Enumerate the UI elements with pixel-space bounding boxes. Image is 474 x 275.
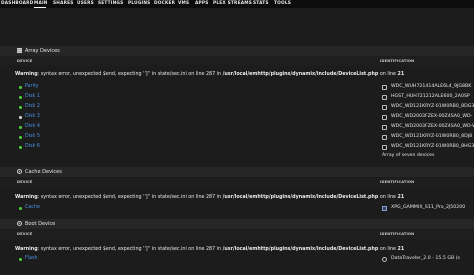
device-link[interactable]: Disk 3 (25, 112, 40, 122)
warning-text: : syntax error, unexpected $end, expecti… (37, 195, 223, 200)
nav-users[interactable]: USERS (77, 0, 94, 8)
nav-vms[interactable]: VMS (178, 0, 189, 8)
cache-section-title: Cache Devices (17, 168, 62, 176)
disk-icon (382, 134, 387, 140)
disk-icon (382, 94, 387, 100)
device-link[interactable]: Disk 5 (25, 132, 40, 142)
nav-plex-streams[interactable]: PLEX STREAMS (213, 0, 252, 8)
device-link[interactable]: Disk 4 (25, 122, 40, 132)
array-section-header (0, 46, 474, 56)
array-warning: Warning: syntax error, unexpected $end, … (15, 71, 404, 78)
array-title-text: Array Devices (25, 48, 60, 54)
boot-section-title: Boot Device (17, 220, 55, 228)
device-identification: WDC_WD121KRYZ-01W0RB0_8DG3 (391, 104, 474, 109)
disk-icon (382, 124, 387, 130)
gear-icon (17, 169, 22, 174)
warning-path: /usr/local/emhttp/plugins/dynamix/includ… (222, 72, 379, 77)
device-row: Disk 4 WDC_WD2003FZEX-00Z4SA0_WD-W (0, 122, 474, 132)
warning-line-prefix: on line (378, 72, 398, 77)
device-link[interactable]: Disk 1 (25, 92, 40, 102)
device-link[interactable]: Cache (25, 203, 40, 213)
nav-settings[interactable]: SETTINGS (98, 0, 123, 8)
device-row: Disk 5 WDC_WD121KRYZ-01W0RB0_8DJ8 (0, 132, 474, 142)
nav-stats[interactable]: STATS (253, 0, 269, 8)
nav-shares[interactable]: SHARES (53, 0, 74, 8)
identification-column-header: IDENTIFICATION (380, 59, 415, 63)
status-dot-icon (19, 145, 22, 149)
device-row: Disk 6 WDC_WD121KRYZ-01W0RB0_8HG3 (0, 142, 474, 152)
nav-tools[interactable]: TOOLS (274, 0, 291, 8)
cache-identification-column-header: IDENTIFICATION (380, 180, 415, 184)
warning-line-prefix: on line (378, 247, 398, 252)
cache-device-column-header: DEVICE (17, 180, 33, 184)
warning-path: /usr/local/emhttp/plugins/dynamix/includ… (222, 195, 379, 200)
boot-warning: Warning: syntax error, unexpected $end, … (15, 246, 404, 253)
device-link[interactable]: Flash (25, 254, 38, 264)
device-row: Cache XPG_GAMMIX_S11_Pro_2J50200 (0, 203, 474, 213)
array-icon (17, 48, 22, 53)
status-dot-icon (19, 95, 22, 99)
nav-plugins[interactable]: PLUGINS (128, 0, 150, 8)
nav-dashboard[interactable]: DASHBOARD (1, 0, 33, 8)
nav-apps[interactable]: APPS (195, 0, 209, 8)
device-link[interactable]: Parity (25, 82, 39, 92)
array-summary: Array of seven devices (382, 153, 435, 158)
warning-label: Warning (15, 247, 38, 252)
boot-device-column-header: DEVICE (17, 232, 33, 236)
status-dot-icon (19, 115, 22, 119)
device-identification: XPG_GAMMIX_S11_Pro_2J50200 (391, 205, 466, 210)
array-section-title: Array Devices (17, 47, 60, 55)
disk-icon (382, 256, 387, 262)
active-tab-indicator (34, 7, 46, 8)
device-column-header: DEVICE (17, 59, 33, 63)
disk-icon (382, 144, 387, 150)
status-dot-icon (19, 105, 22, 109)
device-identification: WDC_WD2003FZEX-00Z4SA0_WD-W (391, 124, 474, 129)
warning-line: 21 (397, 247, 405, 252)
device-identification: WDC_WD121KRYZ-01W0RB0_8DJ8 (391, 134, 473, 139)
device-row: Flash DataTraveler_2.0 - 15.5 GB (s (0, 254, 474, 264)
warning-text: : syntax error, unexpected $end, expecti… (37, 247, 223, 252)
warning-line: 21 (397, 195, 405, 200)
device-row: Parity WDC_WUH721414ALE6L4_9JG8BK (0, 82, 474, 92)
status-dot-icon (19, 257, 22, 261)
cache-title-text: Cache Devices (25, 169, 62, 175)
device-identification: WDC_WUH721414ALE6L4_9JG8BK (391, 84, 472, 89)
disk-icon (382, 104, 387, 110)
device-identification: DataTraveler_2.0 - 15.5 GB (s (391, 256, 460, 261)
cache-section-header (0, 167, 474, 177)
device-identification: WDC_WD2003FZEX-00Z4SA0_WD- (391, 114, 473, 119)
warning-label: Warning (15, 72, 38, 77)
device-identification: WDC_WD121KRYZ-01W0RB0_8HG3 (391, 144, 474, 149)
status-dot-icon (19, 85, 22, 89)
disk-icon (382, 84, 387, 90)
device-row: Disk 3 WDC_WD2003FZEX-00Z4SA0_WD- (0, 112, 474, 122)
warning-text: : syntax error, unexpected $end, expecti… (37, 72, 223, 77)
device-row: Disk 1 HGST_HUH721212ALE600_2A0SP (0, 92, 474, 102)
boot-identification-column-header: IDENTIFICATION (380, 232, 415, 236)
device-link[interactable]: Disk 2 (25, 102, 40, 112)
device-row: Disk 2 WDC_WD121KRYZ-01W0RB0_8DG3 (0, 102, 474, 112)
status-dot-icon (19, 125, 22, 129)
disk-icon (382, 205, 387, 211)
boot-section-header (0, 219, 474, 229)
boot-title-text: Boot Device (25, 221, 56, 227)
device-link[interactable]: Disk 6 (25, 142, 40, 152)
warning-line-prefix: on line (378, 195, 398, 200)
disk-icon (382, 114, 387, 120)
warning-path: /usr/local/emhttp/plugins/dynamix/includ… (222, 247, 379, 252)
nav-docker[interactable]: DOCKER (154, 0, 175, 8)
gear-icon (17, 221, 22, 226)
status-dot-icon (19, 135, 22, 139)
status-dot-icon (19, 206, 22, 210)
top-navigation: DASHBOARD MAIN SHARES USERS SETTINGS PLUGINS D… (0, 0, 474, 8)
warning-line: 21 (397, 72, 405, 77)
cache-warning: Warning: syntax error, unexpected $end, … (15, 194, 404, 201)
warning-label: Warning (15, 195, 38, 200)
device-identification: HGST_HUH721212ALE600_2A0SP (391, 94, 470, 99)
